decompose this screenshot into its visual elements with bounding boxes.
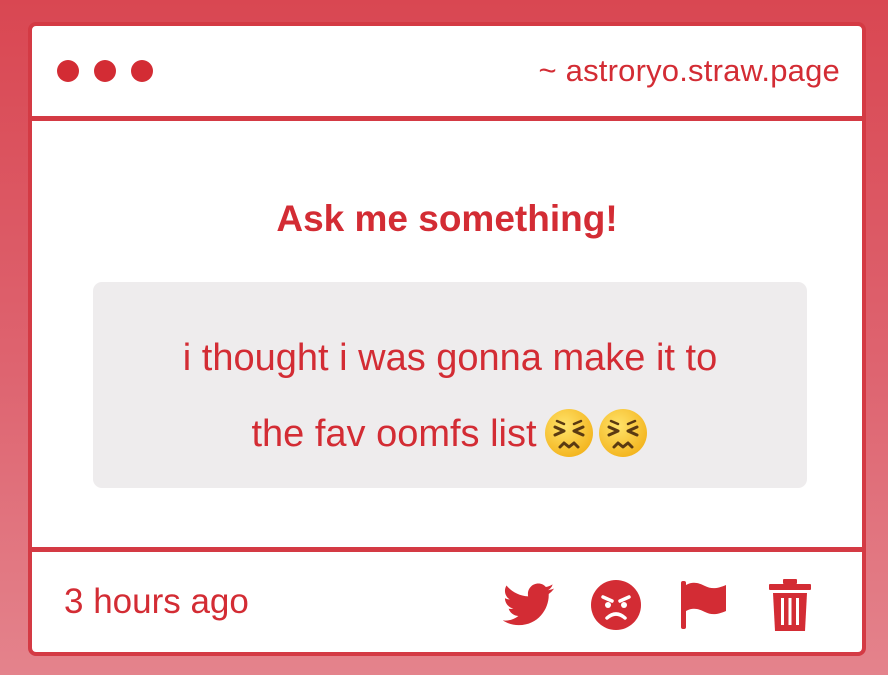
page-url[interactable]: ~ astroryo.straw.page [539,53,840,89]
timestamp: 3 hours ago [64,582,249,621]
question-card: ~ astroryo.straw.page Ask me something! … [28,22,866,656]
message-text-1: i thought i was gonna make it to [182,337,718,379]
message-line-2: the fav oomfs list [93,396,807,472]
window-dots [57,60,153,82]
window-dot [131,60,153,82]
window-dot [94,60,116,82]
delete-button[interactable] [760,579,820,631]
twitter-bird-icon [503,583,555,626]
message-box: i thought i was gonna make it to the fav… [93,282,807,488]
card-content: Ask me something! i thought i was gonna … [32,121,862,547]
report-button[interactable] [673,579,733,631]
action-bar [499,579,820,631]
window-titlebar: ~ astroryo.straw.page [32,26,862,121]
persevering-face-emoji-icon [544,409,593,457]
share-twitter-button[interactable] [499,579,559,631]
angry-face-icon [591,580,641,630]
page-title: Ask me something! [276,198,618,239]
block-button[interactable] [586,579,646,631]
message-text-2: the fav oomfs list [251,413,537,455]
persevering-face-emoji-icon [598,409,647,457]
message-line-1: i thought i was gonna make it to [93,320,807,396]
trash-icon [769,579,811,631]
card-footer: 3 hours ago [32,547,862,652]
flag-icon [681,581,726,629]
window-dot [57,60,79,82]
